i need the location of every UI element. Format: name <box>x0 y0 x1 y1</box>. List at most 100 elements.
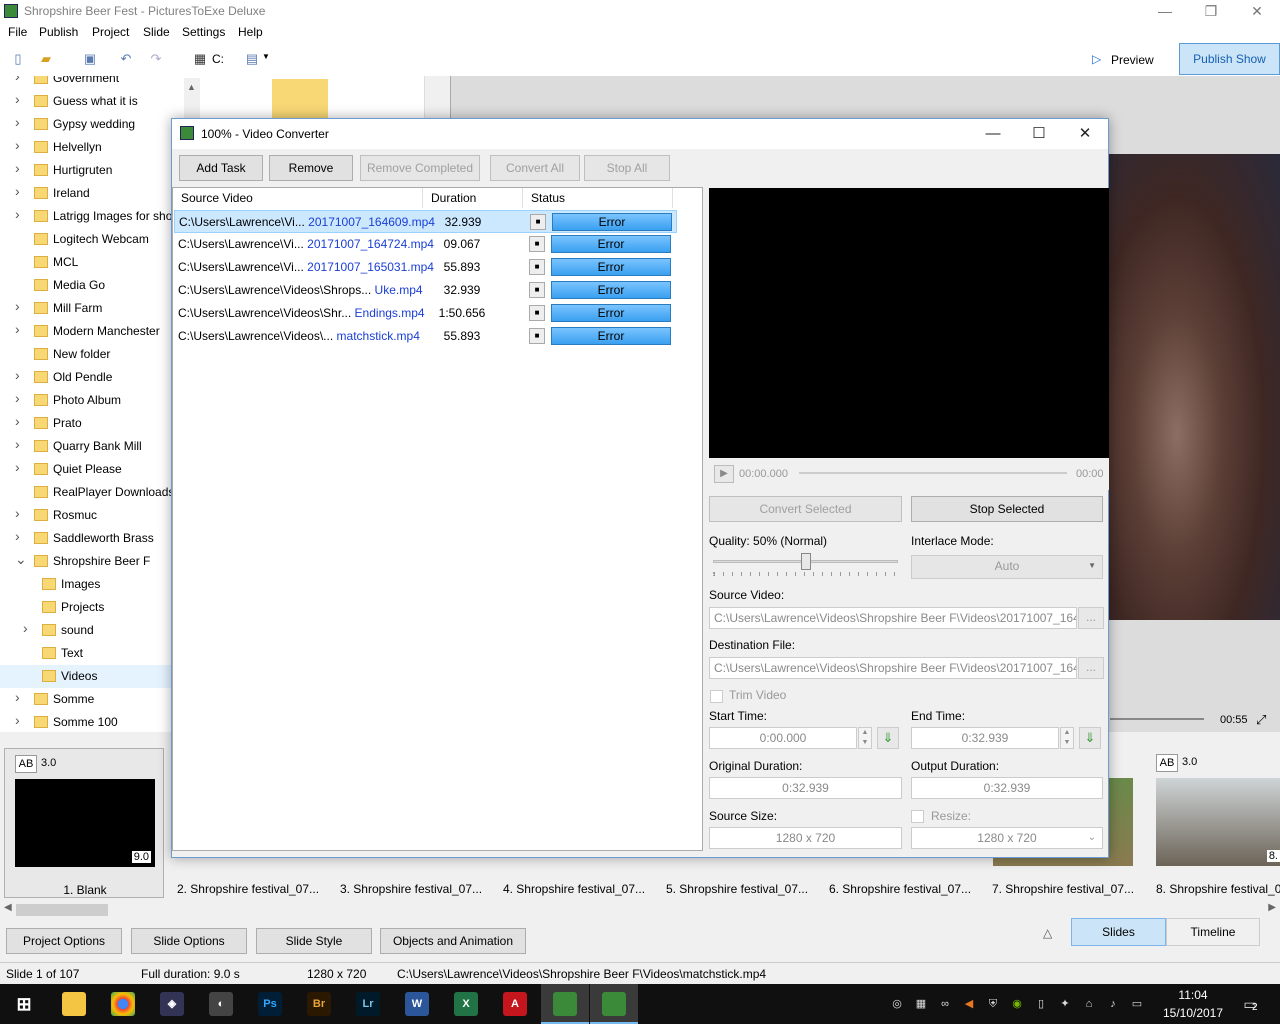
folder-tree[interactable]: › Government › Guess what it is › Gypsy weddi… <box>0 76 200 732</box>
scroll-right-icon[interactable]: ▶ <box>1268 902 1276 913</box>
stop-icon[interactable]: ■ <box>529 305 545 321</box>
volume-icon[interactable]: ♪ <box>1106 997 1120 1011</box>
minimize-icon[interactable]: — <box>1142 0 1188 22</box>
chevron-right-icon[interactable]: › <box>15 367 25 383</box>
menu-project[interactable]: Project <box>92 25 129 39</box>
transition-badge[interactable]: AB <box>1156 754 1178 772</box>
slide-thumbnail[interactable]: AB 3.0 8. 8. Shropshire festival_07 <box>1146 748 1280 898</box>
task-row[interactable]: C:\Users\Lawrence\Videos\Shr... Endings.… <box>174 302 677 325</box>
scroll-up-icon[interactable]: ▲ <box>187 82 196 92</box>
tree-item[interactable]: › Mill Farm <box>0 297 200 320</box>
tree-item[interactable]: RealPlayer Downloads <box>0 481 200 504</box>
chevron-right-icon[interactable]: › <box>15 206 25 222</box>
trim-video-checkbox[interactable] <box>710 690 723 703</box>
end-time-spinner[interactable]: ▲ ▼ <box>1060 727 1074 749</box>
chevron-right-icon[interactable]: › <box>23 620 33 636</box>
source-video-field[interactable]: C:\Users\Lawrence\Videos\Shropshire Beer… <box>709 607 1077 629</box>
tree-item[interactable]: › Latrigg Images for sho <box>0 205 200 228</box>
tree-item[interactable]: › Quarry Bank Mill <box>0 435 200 458</box>
remove-button[interactable]: Remove <box>269 155 353 181</box>
tree-item[interactable]: Media Go <box>0 274 200 297</box>
word-icon[interactable]: W <box>405 992 429 1016</box>
folder-thumbnail[interactable] <box>272 79 328 123</box>
tree-item[interactable]: › Somme 100 <box>0 711 200 732</box>
convert-all-button[interactable]: Convert All <box>490 155 580 181</box>
tree-item[interactable]: New folder <box>0 343 200 366</box>
dropbox-icon[interactable]: ✦ <box>1058 997 1072 1011</box>
chevron-right-icon[interactable]: › <box>15 91 25 107</box>
excel-icon[interactable]: X <box>454 992 478 1016</box>
transition-badge[interactable]: AB <box>15 755 37 773</box>
fullscreen-icon[interactable]: ⤢ <box>1256 712 1266 728</box>
photoshop-icon[interactable]: Ps <box>258 992 282 1016</box>
collapse-icon[interactable]: △ <box>1043 926 1052 940</box>
acrobat-icon[interactable]: A <box>503 992 527 1016</box>
tree-item[interactable]: › Saddleworth Brass <box>0 527 200 550</box>
tree-item[interactable]: › Hurtigruten <box>0 159 200 182</box>
close-icon[interactable]: ✕ <box>1062 119 1108 149</box>
chevron-right-icon[interactable]: › <box>15 321 25 337</box>
app-icon[interactable]: ◈ <box>160 992 184 1016</box>
pte-icon[interactable] <box>553 992 577 1016</box>
menu-slide[interactable]: Slide <box>143 25 170 39</box>
tab-timeline[interactable]: Timeline <box>1166 918 1260 946</box>
add-task-button[interactable]: Add Task <box>179 155 263 181</box>
tree-item[interactable]: MCL <box>0 251 200 274</box>
resize-select[interactable]: 1280 x 720 ⌄ <box>911 827 1103 849</box>
undo-icon[interactable]: ↶ <box>118 51 134 67</box>
chevron-right-icon[interactable]: › <box>15 505 25 521</box>
stop-all-button[interactable]: Stop All <box>584 155 670 181</box>
chevron-right-icon[interactable]: › <box>15 137 25 153</box>
column-source-video[interactable]: Source Video <box>173 188 423 208</box>
convert-selected-button[interactable]: Convert Selected <box>709 496 902 522</box>
tray-icon[interactable]: ∞ <box>938 997 952 1011</box>
preview-progress[interactable] <box>1110 718 1204 720</box>
tree-item[interactable]: › Modern Manchester <box>0 320 200 343</box>
tree-item[interactable]: › Ireland <box>0 182 200 205</box>
lightroom-icon[interactable]: Lr <box>356 992 380 1016</box>
menu-settings[interactable]: Settings <box>182 25 225 39</box>
chevron-right-icon[interactable]: › <box>15 413 25 429</box>
project-options-button[interactable]: Project Options <box>6 928 122 954</box>
tray-icon[interactable]: ▦ <box>914 997 928 1011</box>
browse-destination-button[interactable]: ... <box>1078 657 1104 679</box>
player-seekbar[interactable] <box>799 472 1067 474</box>
open-folder-icon[interactable]: ▰ <box>38 51 54 67</box>
column-status[interactable]: Status <box>523 188 673 208</box>
menu-publish[interactable]: Publish <box>39 25 78 39</box>
set-end-icon[interactable]: ⇓ <box>1079 727 1101 749</box>
resize-checkbox[interactable] <box>911 810 924 823</box>
chevron-right-icon[interactable]: › <box>15 298 25 314</box>
chevron-right-icon[interactable]: › <box>15 183 25 199</box>
slide-options-button[interactable]: Slide Options <box>131 928 247 954</box>
preview-button[interactable]: ▷ Preview <box>1090 50 1160 70</box>
chevron-right-icon[interactable]: › <box>15 76 25 84</box>
maximize-icon[interactable]: ☐ <box>1016 119 1062 149</box>
stop-icon[interactable]: ■ <box>529 236 545 252</box>
tree-item[interactable]: › Old Pendle <box>0 366 200 389</box>
destination-field[interactable]: C:\Users\Lawrence\Videos\Shropshire Beer… <box>709 657 1077 679</box>
slide-thumbnail[interactable]: AB 3.0 9.0 1. Blank <box>4 748 164 898</box>
task-row[interactable]: C:\Users\Lawrence\Videos\Shrops... Uke.m… <box>174 279 677 302</box>
objects-animation-button[interactable]: Objects and Animation <box>380 928 526 954</box>
stop-selected-button[interactable]: Stop Selected <box>911 496 1103 522</box>
chevron-right-icon[interactable]: › <box>15 528 25 544</box>
slide-style-button[interactable]: Slide Style <box>256 928 372 954</box>
stop-icon[interactable]: ■ <box>530 214 546 230</box>
slide-strip-scrollbar[interactable]: ◀ ▶ <box>0 902 1280 918</box>
tray-icon[interactable]: ◀ <box>962 997 976 1011</box>
new-icon[interactable]: ▯ <box>10 51 26 67</box>
usb-icon[interactable]: ▯ <box>1034 997 1048 1011</box>
tree-item[interactable]: › Rosmuc <box>0 504 200 527</box>
end-time-field[interactable]: 0:32.939 <box>911 727 1059 749</box>
save-icon[interactable]: ▣ <box>82 51 98 67</box>
tree-item[interactable]: › Somme <box>0 688 200 711</box>
remove-completed-button[interactable]: Remove Completed <box>360 155 480 181</box>
tree-item[interactable]: ⌄ Shropshire Beer F <box>0 550 200 573</box>
pte-icon[interactable] <box>602 992 626 1016</box>
tree-item[interactable]: Videos <box>0 665 200 688</box>
network-icon[interactable]: ⌂ <box>1082 997 1096 1011</box>
task-row[interactable]: C:\Users\Lawrence\Videos\... matchstick.… <box>174 325 677 348</box>
stop-icon[interactable]: ■ <box>529 282 545 298</box>
view-dropdown-icon[interactable]: ▤ <box>244 51 260 67</box>
